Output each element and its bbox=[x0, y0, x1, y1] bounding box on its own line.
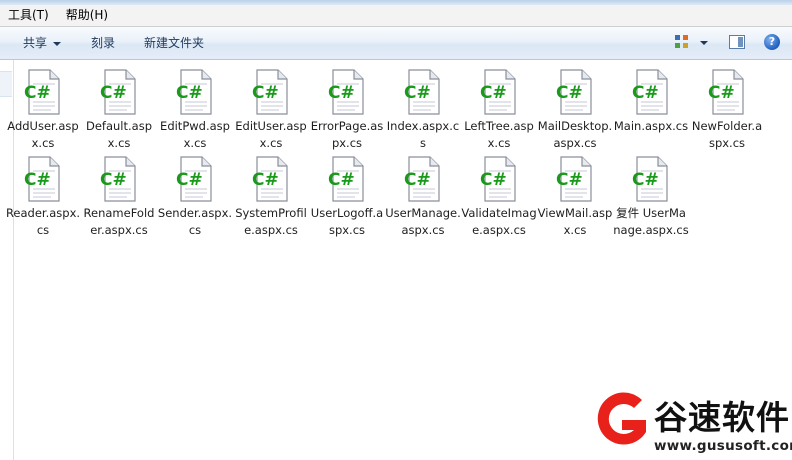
csharp-file-icon: C# bbox=[555, 68, 595, 116]
csharp-file-icon: C# bbox=[403, 68, 443, 116]
csharp-glyph: C# bbox=[404, 83, 431, 103]
menu-bar: 工具(T) 帮助(H) bbox=[0, 5, 792, 27]
file-item[interactable]: C# EditPwd.aspx.cs bbox=[157, 68, 233, 152]
file-name: ValidateImage.aspx.cs bbox=[461, 206, 537, 237]
file-name: ViewMail.aspx.cs bbox=[537, 206, 613, 237]
csharp-glyph: C# bbox=[708, 83, 735, 103]
csharp-glyph: C# bbox=[176, 170, 203, 190]
file-name: Default.aspx.cs bbox=[85, 119, 152, 150]
csharp-file-icon: C# bbox=[175, 155, 215, 203]
csharp-file-icon: C# bbox=[707, 68, 747, 116]
menu-tools[interactable]: 工具(T) bbox=[0, 5, 57, 26]
csharp-glyph: C# bbox=[100, 83, 127, 103]
file-name: LeftTree.aspx.cs bbox=[464, 119, 534, 150]
file-item[interactable]: C# Index.aspx.cs bbox=[385, 68, 461, 152]
csharp-glyph: C# bbox=[328, 170, 355, 190]
file-name: 复件 UserManage.aspx.cs bbox=[613, 206, 689, 237]
file-name: Index.aspx.cs bbox=[386, 119, 460, 150]
burn-button[interactable]: 刻录 bbox=[91, 27, 115, 59]
csharp-file-icon: C# bbox=[555, 155, 595, 203]
new-folder-button[interactable]: 新建文件夹 bbox=[144, 27, 204, 59]
csharp-glyph: C# bbox=[480, 170, 507, 190]
file-name: Reader.aspx.cs bbox=[5, 206, 81, 237]
csharp-file-icon: C# bbox=[251, 68, 291, 116]
file-item[interactable]: C# Default.aspx.cs bbox=[81, 68, 157, 152]
file-item[interactable]: C# MailDesktop.aspx.cs bbox=[537, 68, 613, 152]
menu-help[interactable]: 帮助(H) bbox=[57, 5, 116, 26]
file-item[interactable]: C# Reader.aspx.cs bbox=[5, 155, 81, 239]
csharp-glyph: C# bbox=[556, 170, 583, 190]
csharp-file-icon: C# bbox=[99, 155, 139, 203]
file-item[interactable]: C# ErrorPage.aspx.cs bbox=[309, 68, 385, 152]
csharp-glyph: C# bbox=[404, 170, 431, 190]
file-name: EditUser.aspx.cs bbox=[235, 119, 307, 150]
file-name: RenameFolder.aspx.cs bbox=[83, 206, 155, 237]
file-item[interactable]: C# UserLogoff.aspx.cs bbox=[309, 155, 385, 239]
csharp-file-icon: C# bbox=[99, 68, 139, 116]
file-item[interactable]: C# EditUser.aspx.cs bbox=[233, 68, 309, 152]
file-item[interactable]: C# Main.aspx.cs bbox=[613, 68, 689, 135]
file-name: EditPwd.aspx.cs bbox=[160, 119, 230, 150]
csharp-glyph: C# bbox=[632, 83, 659, 103]
csharp-file-icon: C# bbox=[23, 68, 63, 116]
file-item[interactable]: C# UserManage.aspx.cs bbox=[385, 155, 461, 239]
file-item[interactable]: C# NewFolder.aspx.cs bbox=[689, 68, 765, 152]
csharp-glyph: C# bbox=[176, 83, 203, 103]
csharp-file-icon: C# bbox=[631, 68, 671, 116]
csharp-glyph: C# bbox=[632, 170, 659, 190]
csharp-glyph: C# bbox=[328, 83, 355, 103]
gususoft-logo-icon bbox=[597, 392, 646, 445]
watermark: 谷速软件 www.gususoft.com bbox=[592, 392, 792, 460]
csharp-file-icon: C# bbox=[403, 155, 443, 203]
file-item[interactable]: C# AddUser.aspx.cs bbox=[5, 68, 81, 152]
chevron-down-icon bbox=[53, 41, 62, 46]
file-item[interactable]: C# ValidateImage.aspx.cs bbox=[461, 155, 537, 239]
share-label: 共享 bbox=[23, 36, 48, 50]
help-icon[interactable]: ? bbox=[764, 34, 780, 50]
watermark-name: 谷速软件 bbox=[654, 398, 790, 437]
csharp-glyph: C# bbox=[24, 170, 51, 190]
csharp-glyph: C# bbox=[252, 170, 279, 190]
file-name: SystemProfile.aspx.cs bbox=[235, 206, 307, 237]
file-name: UserLogoff.aspx.cs bbox=[310, 206, 384, 237]
file-item[interactable]: C# RenameFolder.aspx.cs bbox=[81, 155, 157, 239]
file-name: NewFolder.aspx.cs bbox=[691, 119, 763, 150]
command-bar: 共享 刻录 新建文件夹 ? bbox=[0, 27, 792, 60]
csharp-glyph: C# bbox=[480, 83, 507, 103]
file-name: AddUser.aspx.cs bbox=[7, 119, 79, 150]
view-options-chevron-icon[interactable] bbox=[700, 41, 708, 45]
csharp-file-icon: C# bbox=[479, 68, 519, 116]
file-name: ErrorPage.aspx.cs bbox=[310, 119, 384, 150]
csharp-file-icon: C# bbox=[175, 68, 215, 116]
file-name: Main.aspx.cs bbox=[613, 119, 689, 133]
file-name: UserManage.aspx.cs bbox=[385, 206, 461, 237]
csharp-glyph: C# bbox=[100, 170, 127, 190]
file-item[interactable]: C# ViewMail.aspx.cs bbox=[537, 155, 613, 239]
change-view-icon[interactable] bbox=[675, 35, 689, 49]
csharp-file-icon: C# bbox=[23, 155, 63, 203]
csharp-file-icon: C# bbox=[327, 155, 367, 203]
csharp-file-icon: C# bbox=[631, 155, 671, 203]
csharp-file-icon: C# bbox=[479, 155, 519, 203]
csharp-file-icon: C# bbox=[327, 68, 367, 116]
file-item[interactable]: C# Sender.aspx.cs bbox=[157, 155, 233, 239]
file-item[interactable]: C# 复件 UserManage.aspx.cs bbox=[613, 155, 689, 239]
watermark-url: www.gususoft.com bbox=[654, 438, 792, 454]
file-item[interactable]: C# LeftTree.aspx.cs bbox=[461, 68, 537, 152]
csharp-glyph: C# bbox=[24, 83, 51, 103]
csharp-file-icon: C# bbox=[251, 155, 291, 203]
preview-pane-icon[interactable] bbox=[729, 35, 745, 49]
file-name: Sender.aspx.cs bbox=[157, 206, 233, 237]
file-item[interactable]: C# SystemProfile.aspx.cs bbox=[233, 155, 309, 239]
share-button[interactable]: 共享 bbox=[23, 27, 62, 59]
file-name: MailDesktop.aspx.cs bbox=[537, 119, 613, 150]
csharp-glyph: C# bbox=[556, 83, 583, 103]
csharp-glyph: C# bbox=[252, 83, 279, 103]
